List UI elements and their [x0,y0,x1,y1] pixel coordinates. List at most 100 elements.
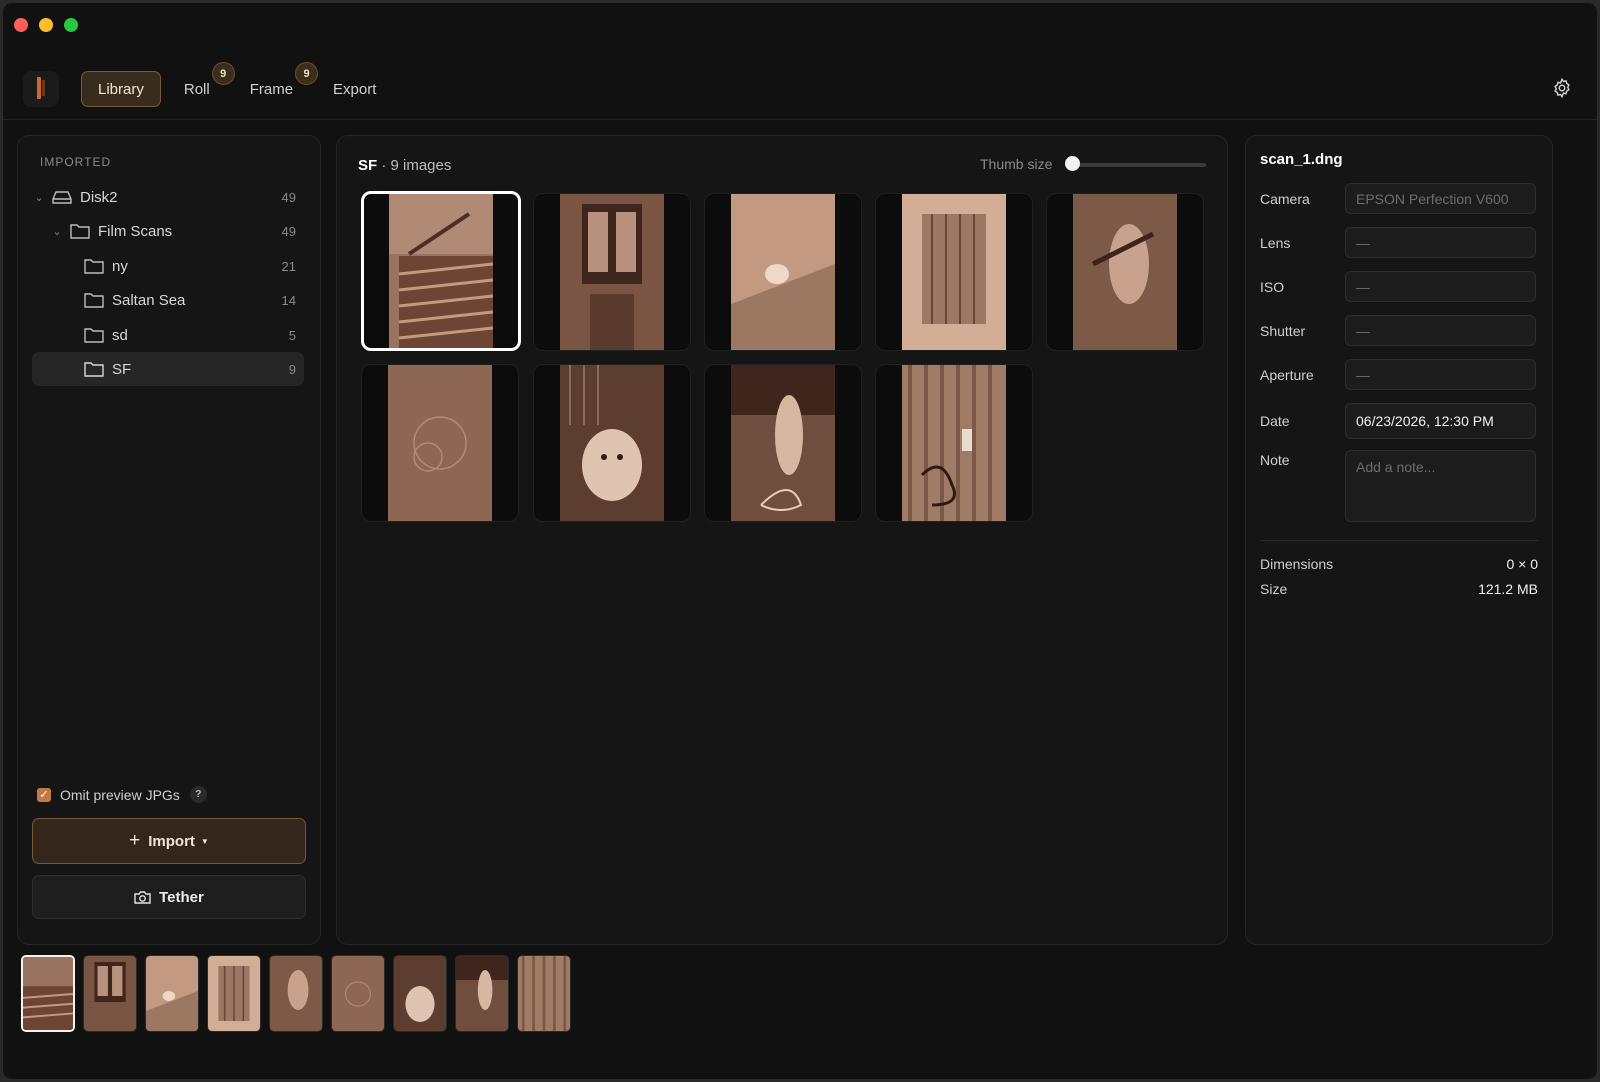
film-scan-image [518,956,570,1031]
minimize-window-button[interactable] [39,18,53,32]
tree-item-ny[interactable]: ny 21 [32,249,304,283]
tree-item-count: 9 [288,361,296,377]
date-field[interactable]: 06/23/2026, 12:30 PM [1345,403,1536,439]
gallery-thumbnail[interactable] [704,193,862,351]
film-scan-image [388,365,492,521]
size-label: Size [1260,581,1288,597]
tab-roll[interactable]: Roll 9 [167,62,235,107]
gallery-thumbnail[interactable] [875,364,1033,522]
filmstrip-thumbnail[interactable] [269,955,323,1032]
gallery-thumbnail[interactable] [533,364,691,522]
tree-item-sf[interactable]: SF 9 [32,352,304,386]
camera-field[interactable]: EPSON Perfection V600 [1345,183,1536,214]
help-icon[interactable]: ? [189,786,207,803]
filmstrip-thumbnail[interactable] [207,955,261,1032]
tree-item-label: Saltan Sea [112,291,186,309]
tree-item-sd[interactable]: sd 5 [32,318,304,352]
thumb-size-label: Thumb size [980,156,1053,172]
library-sidebar: IMPORTED ⌄ Disk2 49 ⌄ Film Scans 49 ny 2… [17,135,321,945]
tab-export-label: Export [333,80,377,98]
size-row: Size 121.2 MB [1260,581,1538,597]
chevron-down-icon[interactable]: ⌄ [50,225,64,238]
caret-down-icon: ▼ [200,836,209,846]
divider [1260,540,1538,541]
window-controls [14,18,78,32]
folder-icon [84,362,104,377]
app-window: Library Roll 9 Frame 9 Export IMPORTED ⌄ D… [2,2,1598,1080]
filmstrip-thumbnail[interactable] [331,955,385,1032]
thumb-size-slider[interactable] [1074,163,1206,167]
lens-label: Lens [1260,235,1291,251]
shutter-field[interactable]: — [1345,315,1536,346]
tree-item-count: 21 [281,258,296,274]
chevron-down-icon[interactable]: ⌄ [32,191,46,204]
tree-item-label: sd [112,326,128,344]
app-logo-icon [23,71,59,107]
film-scan-image [332,956,384,1031]
gallery-thumbnail[interactable] [361,364,519,522]
thumb-size-slider-handle[interactable] [1065,156,1080,171]
gallery-thumbnail[interactable] [875,193,1033,351]
import-button[interactable]: + Import ▼ [32,818,306,864]
image-gallery: SF · 9 images Thumb size [336,135,1228,945]
film-scan-image [394,956,446,1031]
filmstrip-thumbnail[interactable] [517,955,571,1032]
tree-item-saltan-sea[interactable]: Saltan Sea 14 [32,283,304,317]
omit-preview-checkbox[interactable]: ✓ [37,787,51,802]
tether-label: Tether [159,888,204,906]
filmstrip-thumbnail[interactable] [455,955,509,1032]
tether-button[interactable]: Tether [32,875,306,919]
filmstrip-thumbnail[interactable] [83,955,137,1032]
omit-preview-label: Omit preview JPGs [60,786,180,803]
folder-icon [84,293,104,308]
iso-label: ISO [1260,279,1285,295]
filmstrip-thumbnail[interactable] [145,955,199,1032]
film-scan-image [270,956,322,1031]
omit-preview-option[interactable]: ✓ Omit preview JPGs ? [37,786,207,803]
tab-library[interactable]: Library [81,71,161,107]
frame-count-badge: 9 [295,62,319,85]
lens-field[interactable]: — [1345,227,1536,258]
tree-item-disk2[interactable]: ⌄ Disk2 49 [32,180,304,214]
tree-item-count: 49 [281,189,296,205]
camera-label: Camera [1260,191,1310,207]
gallery-image-count: · 9 images [381,157,452,174]
gallery-thumbnail[interactable] [533,193,691,351]
film-scan-image [731,365,835,521]
film-scan-image [208,956,260,1031]
iso-field[interactable]: — [1345,271,1536,302]
dimensions-label: Dimensions [1260,556,1334,572]
close-window-button[interactable] [14,18,28,32]
film-scan-image [902,194,1006,350]
folder-icon [84,328,104,343]
tab-frame[interactable]: Frame 9 [233,62,319,107]
main-nav: Library Roll 9 Frame 9 Export [81,62,393,107]
filmstrip-thumbnail[interactable] [21,955,75,1032]
film-scan-image [560,194,664,350]
filmstrip-thumbnail[interactable] [393,955,447,1032]
tree-item-count: 14 [281,292,296,308]
filmstrip [21,955,571,1032]
note-textarea[interactable]: Add a note... [1345,450,1536,522]
aperture-field[interactable]: — [1345,359,1536,390]
film-scan-image [456,956,508,1031]
tree-item-label: SF [112,360,132,378]
date-label: Date [1260,413,1290,429]
metadata-panel: scan_1.dng Camera EPSON Perfection V600 … [1245,135,1553,945]
film-scan-image [146,956,198,1031]
tree-item-label: Disk2 [80,188,118,206]
settings-gear-icon[interactable] [1551,77,1573,99]
roll-count-badge: 9 [211,62,235,85]
tab-export[interactable]: Export [316,71,393,107]
film-scan-image [560,365,664,521]
gallery-thumbnail[interactable] [1046,193,1204,351]
gallery-header: SF · 9 images [358,157,451,174]
gallery-folder-name: SF [358,157,378,174]
shutter-label: Shutter [1260,323,1306,339]
gallery-thumbnail[interactable] [704,364,862,522]
size-value: 121.2 MB [1478,581,1538,597]
tree-item-film-scans[interactable]: ⌄ Film Scans 49 [32,214,304,248]
zoom-window-button[interactable] [64,18,78,32]
folder-icon [84,259,104,274]
gallery-thumbnail[interactable] [361,191,521,351]
